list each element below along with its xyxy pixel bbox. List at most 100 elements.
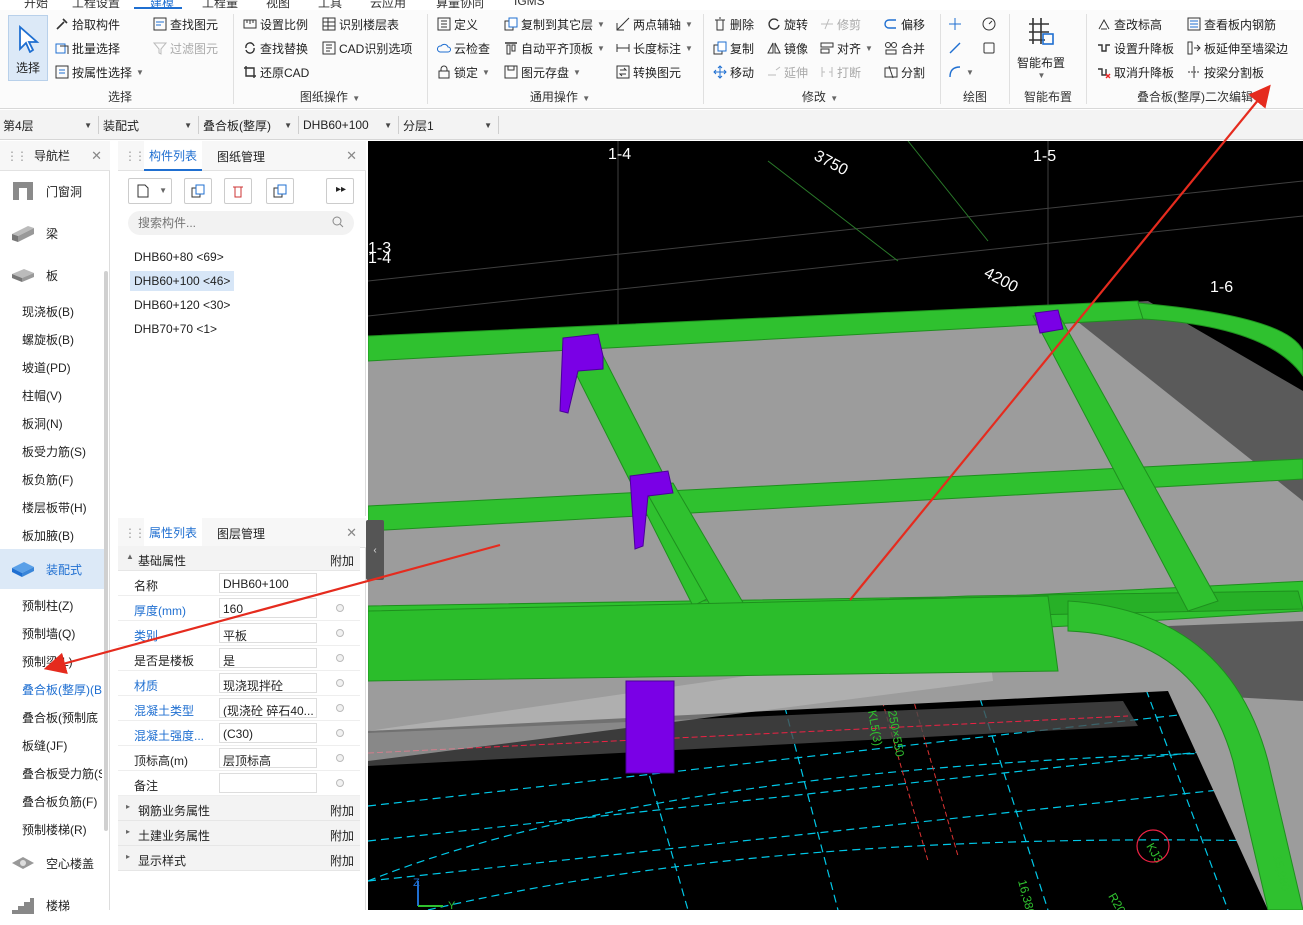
extend-to-wall-button[interactable]: 板延伸至墙梁边 <box>1187 38 1288 58</box>
split-by-beam-button[interactable]: 按梁分割板 <box>1187 62 1264 82</box>
lock-button[interactable]: 锁定 ▼ <box>437 62 490 82</box>
expand-tools-button[interactable]: ▸▸ <box>326 178 354 204</box>
delete-button[interactable]: 删除 <box>713 14 754 34</box>
cancel-drop-slab-button[interactable]: 取消升降板 <box>1097 62 1174 82</box>
move-button[interactable]: 移动 <box>713 62 754 82</box>
two-point-axis-button[interactable]: 两点辅轴 ▼ <box>616 14 693 34</box>
layer-select[interactable]: 分层1 ▼ <box>400 115 496 135</box>
checkbox[interactable] <box>336 604 344 612</box>
convert-element-button[interactable]: 转换图元 <box>616 62 681 82</box>
section-rebar-properties[interactable]: ▸ 钢筋业务属性 附加 <box>118 796 360 821</box>
tab-property-list[interactable]: 属性列表 <box>144 518 203 548</box>
checkbox[interactable] <box>336 779 344 787</box>
cloud-check-button[interactable]: 云检查 <box>437 38 490 58</box>
3d-viewport[interactable]: 1-4 1-5 1-6 1-3 1-4 3750 4200 KL5(3) 250… <box>368 141 1303 910</box>
draw-point-button[interactable] <box>948 14 962 34</box>
checkbox[interactable] <box>336 754 344 762</box>
find-element-button[interactable]: 查找图元 <box>153 14 218 34</box>
view-rebar-button[interactable]: 查看板内钢筋 <box>1187 14 1276 34</box>
pick-element-button[interactable]: 拾取构件 <box>55 14 120 34</box>
copy-component-button[interactable] <box>184 178 212 204</box>
list-item[interactable]: DHB60+80 <69> <box>130 247 228 267</box>
select-button[interactable]: 选择 <box>8 15 48 81</box>
checkbox[interactable] <box>336 704 344 712</box>
prop-value[interactable]: 层顶标高 <box>219 748 317 768</box>
nav-item-stack-slab-full[interactable]: 叠合板(整厚)(B <box>22 681 102 698</box>
split-button[interactable]: 分割 <box>884 62 925 82</box>
find-replace-button[interactable]: 查找替换 <box>243 38 308 58</box>
type-select[interactable]: 叠合板(整厚) ▼ <box>200 115 296 135</box>
auto-flat-top-button[interactable]: 自动平齐顶板 ▼ <box>504 38 605 58</box>
element-select[interactable]: DHB60+100 ▼ <box>300 115 396 135</box>
element-save-button[interactable]: 图元存盘 ▼ <box>504 62 581 82</box>
close-icon[interactable]: ✕ <box>346 148 357 164</box>
nav-stairs[interactable]: 楼梯 <box>0 885 104 925</box>
nav-hollow-floor[interactable]: 空心楼盖 <box>0 843 104 883</box>
grip-icon[interactable]: ⋮⋮ <box>6 149 28 163</box>
list-item[interactable]: DHB70+70 <1> <box>130 319 221 339</box>
extend-button[interactable]: 延伸 <box>767 62 808 82</box>
prop-value[interactable]: (现浇砼 碎石40... <box>219 698 317 718</box>
new-component-button[interactable]: ▼ <box>128 178 172 204</box>
length-dim-button[interactable]: 长度标注 ▼ <box>616 38 693 58</box>
draw-rect-button[interactable] <box>982 38 996 58</box>
checkbox[interactable] <box>336 679 344 687</box>
nav-item-stack-neg-rebar[interactable]: 叠合板负筋(F) <box>22 793 102 810</box>
category-select[interactable]: 装配式 ▼ <box>100 115 196 135</box>
nav-slab[interactable]: 板 <box>0 255 104 295</box>
menu-collab[interactable]: 算量协同 <box>436 0 484 10</box>
menu-view[interactable]: 视图 <box>266 0 290 10</box>
menu-project-settings[interactable]: 工程设置 <box>72 0 120 10</box>
grip-icon[interactable]: ⋮⋮ <box>124 526 146 540</box>
nav-item-slab-haunch[interactable]: 板加腋(B) <box>22 527 102 544</box>
draw-arc-button[interactable] <box>982 14 996 34</box>
nav-item-slab-joint[interactable]: 板缝(JF) <box>22 737 102 754</box>
draw-curve-button[interactable]: ▼ <box>948 62 974 82</box>
search-icon[interactable] <box>332 216 344 231</box>
rotate-button[interactable]: 旋转 <box>767 14 808 34</box>
menu-tools[interactable]: 工具 <box>318 0 342 10</box>
nav-item-stack-slab-precast[interactable]: 叠合板(预制底 <box>22 709 102 726</box>
close-icon[interactable]: ✕ <box>91 148 102 164</box>
prop-value[interactable]: 平板 <box>219 623 317 643</box>
nav-beam[interactable]: 梁 <box>0 213 104 253</box>
checkbox[interactable] <box>336 654 344 662</box>
prop-value[interactable]: (C30) <box>219 723 317 743</box>
delete-component-button[interactable] <box>224 178 252 204</box>
nav-item-slab-strip[interactable]: 楼层板带(H) <box>22 499 102 516</box>
menu-quantity[interactable]: 工程量 <box>202 0 238 10</box>
menu-igms[interactable]: IGMS <box>514 0 545 8</box>
nav-item-prefab-beam[interactable]: 预制梁(L) <box>22 653 102 670</box>
break-button[interactable]: 打断 <box>820 62 861 82</box>
section-basic-properties[interactable]: ▲ 基础属性 附加 <box>118 546 360 571</box>
identify-floors-button[interactable]: 识别楼层表 <box>322 14 399 34</box>
prop-value[interactable]: 现浇现拌砼 <box>219 673 317 693</box>
checkbox[interactable] <box>336 729 344 737</box>
section-display-style[interactable]: ▸ 显示样式 附加 <box>118 846 360 871</box>
nav-item-ramp[interactable]: 坡道(PD) <box>22 359 102 376</box>
smart-layout-button[interactable]: 智能布置 ▼ <box>1016 14 1066 84</box>
offset-button[interactable]: 偏移 <box>884 14 925 34</box>
search-input[interactable] <box>128 211 354 235</box>
checkbox[interactable] <box>336 629 344 637</box>
merge-button[interactable]: 合并 <box>884 38 925 58</box>
section-civil-properties[interactable]: ▸ 土建业务属性 附加 <box>118 821 360 846</box>
tab-drawing-management[interactable]: 图纸管理 <box>216 141 266 171</box>
menu-start[interactable]: 开始 <box>24 0 48 10</box>
grip-icon[interactable]: ⋮⋮ <box>124 149 146 163</box>
nav-item-slab-rebar[interactable]: 板受力筋(S) <box>22 443 102 460</box>
prop-value[interactable]: 160 <box>219 598 317 618</box>
copy-to-floor-button[interactable]: 复制到其它层 ▼ <box>504 14 605 34</box>
nav-item-prefab-stairs[interactable]: 预制楼梯(R) <box>22 821 102 838</box>
copy-button[interactable]: 复制 <box>713 38 754 58</box>
set-drop-slab-button[interactable]: 设置升降板 <box>1097 38 1174 58</box>
change-elevation-button[interactable]: 查改标高 <box>1097 14 1162 34</box>
filter-element-button[interactable]: 过滤图元 <box>153 38 218 58</box>
collapse-panel-handle[interactable]: ‹ <box>366 520 384 580</box>
nav-item-neg-rebar[interactable]: 板负筋(F) <box>22 471 102 488</box>
floor-select[interactable]: 第4层 ▼ <box>0 115 96 135</box>
set-scale-button[interactable]: 设置比例 <box>243 14 308 34</box>
mirror-button[interactable]: 镜像 <box>767 38 808 58</box>
tab-layer-management[interactable]: 图层管理 <box>216 518 266 548</box>
nav-prefab[interactable]: 装配式 <box>0 549 104 589</box>
